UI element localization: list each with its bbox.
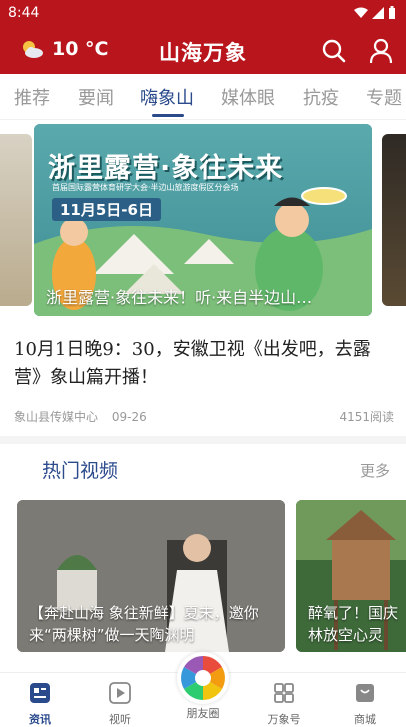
shopping-bag-icon [356,684,374,702]
tab-media-eye[interactable]: 媒体眼 [221,84,275,110]
active-tab-indicator [152,114,184,117]
search-icon[interactable] [321,38,347,64]
poster-date: 11月5日-6日 [52,198,161,221]
nav-accounts[interactable]: 万象号 [254,677,314,727]
article-source: 象山县传媒中心 [14,410,99,424]
article-headline[interactable]: 10月1日晚9：30，安徽卫视《出发吧，去露营》象山篇开播！ [14,336,394,392]
video-caption: 醉氧了！国庆林放空心灵 [308,604,399,644]
carousel-next-slide[interactable] [382,134,406,306]
channel-tabs: 推荐 要闻 嗨象山 媒体眼 抗疫 专题 [0,74,406,120]
status-bar: 8:44 [0,0,406,28]
video-card[interactable]: 醉氧了！国庆林放空心灵 [296,500,406,652]
tab-recommend[interactable]: 推荐 [14,84,50,110]
banner-carousel[interactable]: 浙里露营·象往未来 首届国际露营体育研学大会·半边山旅游度假区分会场 11月5日… [0,124,406,320]
moments-center-button[interactable] [177,652,229,704]
carousel-main-slide[interactable]: 浙里露营·象往未来 首届国际露营体育研学大会·半边山旅游度假区分会场 11月5日… [34,124,372,316]
nav-news[interactable]: 资讯 [10,677,70,727]
nav-accounts-label: 万象号 [267,713,301,726]
news-icon [30,683,50,703]
nav-moments[interactable]: 朋友圈 [173,703,233,721]
news-article-item[interactable]: 10月1日晚9：30，安徽卫视《出发吧，去露营》象山篇开播！ 象山县传媒中心 0… [14,336,394,425]
poster-subtitle: 首届国际露营体育研学大会·半边山旅游度假区分会场 [52,183,239,192]
battery-icon [389,6,395,19]
tab-epidemic[interactable]: 抗疫 [303,84,339,110]
hot-videos-title: 热门视频 [42,460,119,482]
carousel-prev-slide[interactable] [0,134,32,306]
more-link[interactable]: 更多 [360,460,390,481]
article-date: 09-26 [111,410,147,424]
video-caption: 【奔赴山海 象往新鲜】夏末，邀你来“两棵树”做一天陶渊明 [29,604,259,644]
nav-moments-label: 朋友圈 [186,707,220,720]
status-time: 8:44 [8,5,40,21]
user-icon[interactable] [368,38,394,64]
nav-news-label: 资讯 [29,713,51,726]
partly-cloudy-icon [23,41,43,58]
tab-xiangshan[interactable]: 嗨象山 [140,84,194,110]
article-read-count: 4151阅读 [339,410,394,424]
nav-mall-label: 商城 [354,713,376,726]
play-icon [109,682,131,704]
camera-aperture-icon [181,656,225,700]
tab-headlines[interactable]: 要闻 [78,84,114,110]
tab-special[interactable]: 专题 [366,84,402,110]
nav-video[interactable]: 视听 [90,677,150,727]
weather-widget[interactable]: 10 °C [20,38,109,60]
poster-title: 浙里露营·象往未来 [48,153,284,184]
wifi-icon [354,7,368,18]
video-card[interactable]: 【奔赴山海 象往新鲜】夏末，邀你来“两棵树”做一天陶渊明 [17,500,285,652]
grid-icon [274,683,294,703]
status-icons [354,6,396,19]
app-header: 10 °C 山海万象 [0,28,406,74]
article-meta: 象山县传媒中心 09-26 4151阅读 [14,408,394,425]
nav-video-label: 视听 [109,713,131,726]
signal-icon [372,6,384,19]
carousel-caption: 浙里露营·象往未来！听·来自半边山… [46,288,313,307]
hot-videos-header: 热门视频 更多 [0,444,406,496]
section-divider [0,436,406,444]
weather-temperature: 10 °C [52,38,109,60]
nav-mall[interactable]: 商城 [335,677,395,727]
